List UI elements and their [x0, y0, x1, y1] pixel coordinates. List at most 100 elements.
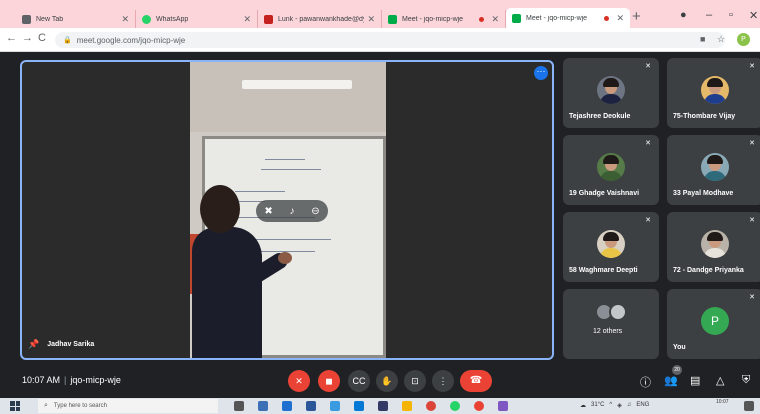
self-avatar: P	[701, 307, 729, 335]
tab-whatsapp[interactable]: WhatsApp ✕	[136, 10, 258, 28]
person-head	[200, 185, 240, 233]
more-options-button[interactable]: ⋮	[432, 370, 454, 392]
whatsapp-icon[interactable]	[450, 401, 460, 411]
participant-tile[interactable]: ✕ 58 Waghmare Deepti	[563, 212, 659, 282]
raise-hand-icon: ✋	[381, 376, 393, 386]
pin-icon: 📌	[28, 339, 40, 349]
taskbar-app-icon[interactable]	[498, 401, 508, 411]
avatar-hair	[707, 155, 723, 164]
weather-icon[interactable]: ☁	[580, 402, 586, 409]
meeting-control-bar: 10:07 AM | jqo-micp-wje ✕ ◼ CC ✋ ⊡ ⋮ ☎ ⓘ 👥…	[0, 364, 760, 398]
chrome-icon[interactable]	[426, 401, 436, 411]
volume-icon[interactable]: ♫	[627, 402, 632, 409]
close-tab-icon[interactable]: ✕	[243, 14, 251, 25]
taskbar-search-box[interactable]: ⌕ Type here to search	[38, 399, 218, 413]
mute-participant-icon[interactable]: ♪	[289, 206, 294, 217]
ceiling-light	[242, 80, 352, 89]
pinned-participant-name: 📌 Jadhav Sarika	[28, 339, 94, 350]
avatar-shirt	[600, 248, 622, 258]
profile-avatar[interactable]: P	[737, 33, 750, 46]
bookmark-star-icon[interactable]: ☆	[717, 34, 725, 45]
store-icon[interactable]	[378, 401, 388, 411]
mic-off-icon: ✕	[749, 140, 755, 147]
url-field[interactable]: 🔒 meet.google.com/jqo-micp-wje	[55, 32, 725, 48]
meeting-code: jqo-micp-wje	[70, 375, 121, 385]
forward-icon[interactable]: →	[22, 32, 33, 44]
mic-off-button[interactable]: ✕	[288, 370, 310, 392]
mic-off-icon: ✕	[749, 217, 755, 224]
avatar-shirt	[600, 94, 622, 104]
present-button[interactable]: ⊡	[404, 370, 426, 392]
others-tile[interactable]: 12 others	[563, 289, 659, 359]
tab-title: WhatsApp	[156, 15, 189, 23]
new-tab-icon	[22, 14, 31, 24]
host-controls-icon[interactable]: ⛨	[742, 374, 750, 387]
tab-meet-1[interactable]: Meet - jqo-micp-wje ✕	[382, 10, 506, 28]
maximize-icon[interactable]: ▫	[729, 9, 733, 21]
chat-icon[interactable]: ▤	[690, 374, 700, 387]
raise-hand-button[interactable]: ✋	[376, 370, 398, 392]
avatar-hair	[707, 232, 723, 241]
more-horizontal-icon[interactable]: ···	[534, 66, 548, 80]
word-icon[interactable]	[306, 401, 316, 411]
pin-off-icon[interactable]: ✖	[264, 206, 272, 217]
taskbar-app-icon[interactable]	[282, 401, 292, 411]
tab-gmail[interactable]: Lunk - pawanwankhade@dyp ✕	[258, 10, 382, 28]
close-tab-icon[interactable]: ✕	[616, 13, 624, 24]
pinned-video-tile[interactable]: ✖ ♪ ⊖ ··· 📌 Jadhav Sarika	[20, 60, 554, 360]
tab-meet-2[interactable]: Meet - jqo-micp-wje ✕	[506, 8, 630, 28]
close-tab-icon[interactable]: ✕	[367, 14, 375, 25]
participant-tile[interactable]: ✕ 33 Payal Modhave	[667, 135, 760, 205]
windows-start-icon[interactable]	[10, 401, 20, 411]
info-icon[interactable]: ⓘ	[640, 374, 651, 390]
meet-stage: ✖ ♪ ⊖ ··· 📌 Jadhav Sarika ✕ Tejashree De…	[0, 52, 760, 364]
recording-dot-icon	[479, 16, 485, 22]
participant-tile[interactable]: ✕ 19 Ghadge Vaishnavi	[563, 135, 659, 205]
back-icon[interactable]: ←	[6, 32, 17, 44]
taskbar-clock[interactable]: 10:07	[716, 399, 729, 405]
participant-tile[interactable]: ✕ 75-Thombare Vijay	[667, 58, 760, 128]
lock-icon: 🔒	[63, 37, 72, 44]
tab-title: Meet - jqo-micp-wje	[402, 15, 464, 23]
tab-title: New Tab	[36, 15, 64, 23]
task-view-icon[interactable]	[234, 401, 244, 411]
tray-expand-icon[interactable]: ^	[609, 402, 612, 409]
remove-participant-icon[interactable]: ⊖	[311, 206, 319, 217]
system-tray: ☁ 31°C ^ ◈ ♫ ENG	[580, 402, 649, 409]
tab-search-icon[interactable]: ●	[680, 9, 687, 21]
edge-icon[interactable]	[354, 401, 364, 411]
close-tab-icon[interactable]: ✕	[121, 14, 129, 25]
person-hand	[278, 252, 292, 264]
search-placeholder: Type here to search	[53, 403, 107, 409]
close-tab-icon[interactable]: ✕	[491, 14, 499, 25]
participant-tile[interactable]: ✕ Tejashree Deokule	[563, 58, 659, 128]
close-window-icon[interactable]: ✕	[749, 9, 758, 22]
chrome-icon[interactable]	[474, 401, 484, 411]
avatar	[609, 303, 627, 321]
file-explorer-icon[interactable]	[402, 401, 412, 411]
participant-tile[interactable]: ✕ 72 - Dandge Priyanka	[667, 212, 760, 282]
camera-off-icon: ◼	[325, 376, 333, 386]
camera-off-button[interactable]: ◼	[318, 370, 340, 392]
tab-new-tab[interactable]: New Tab ✕	[16, 10, 136, 28]
captions-button[interactable]: CC	[348, 370, 370, 392]
camera-in-use-icon[interactable]: ■	[700, 34, 705, 44]
url-text: meet.google.com/jqo-micp-wje	[76, 35, 186, 45]
notification-icon[interactable]	[744, 401, 754, 411]
activities-icon[interactable]: △	[716, 374, 724, 387]
taskbar-app-icon[interactable]	[258, 401, 268, 411]
meeting-details: 10:07 AM | jqo-micp-wje	[22, 375, 121, 385]
language-indicator[interactable]: ENG	[636, 402, 649, 409]
minimize-icon[interactable]: –	[706, 9, 712, 21]
person-body	[192, 227, 262, 358]
avatar	[597, 230, 625, 258]
leave-call-button[interactable]: ☎	[460, 370, 492, 392]
people-icon[interactable]: 👥	[664, 374, 678, 387]
meet-icon	[512, 13, 521, 23]
participant-name: 58 Waghmare Deepti	[569, 267, 638, 274]
network-icon[interactable]: ◈	[617, 402, 622, 409]
self-tile[interactable]: ✕ P You	[667, 289, 760, 359]
taskbar-app-icon[interactable]	[330, 401, 340, 411]
new-tab-button[interactable]: +	[632, 8, 641, 25]
reload-icon[interactable]: C	[38, 32, 46, 44]
